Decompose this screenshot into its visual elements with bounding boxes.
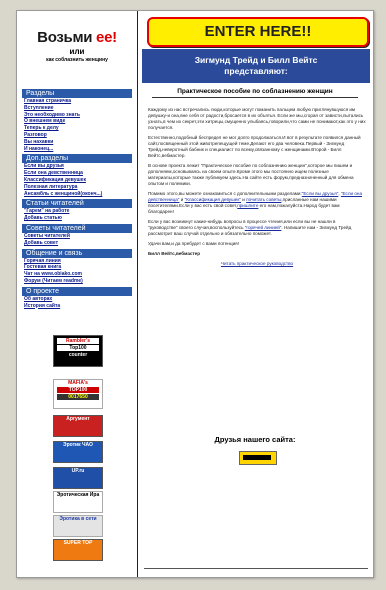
link-if-friends[interactable]: "Если вы друзья": [302, 191, 339, 196]
nav-item-harem[interactable]: "Гарем" на работе: [22, 208, 132, 215]
paragraph-5: Если у вас возникнут какие-нибудь вопрос…: [148, 219, 366, 237]
friends-heading: Друзья нашего сайта:: [214, 435, 296, 444]
rambler-badge-line2: Top100: [57, 345, 99, 351]
article-body: Каждому из нас встречались люди,которые …: [148, 107, 366, 271]
nav-item-8[interactable]: Вы нахавки: [22, 139, 132, 146]
link-read-advice[interactable]: почитать советы: [246, 197, 281, 202]
presenters-banner: Зигмунд Трейд и Билл Вейтс представляют:: [142, 49, 370, 83]
nav-item-add-advice[interactable]: Добавь совет: [22, 240, 132, 247]
paragraph-3: В основе проекта лежит "Практическое пос…: [148, 163, 354, 186]
nav-item-finally[interactable]: И наконец...: [22, 146, 132, 153]
nav-item-history[interactable]: История сайта: [22, 303, 132, 310]
paragraph-6: Удачи вам,и да пребудет с вами потенция!: [148, 241, 239, 246]
nav-item-literature[interactable]: Полезная литература: [22, 184, 132, 191]
argument-banner[interactable]: Аргумент: [53, 415, 103, 437]
nav-item-appearance[interactable]: О внешнем виде: [22, 118, 132, 125]
nav-item-virgin[interactable]: Если она девственница: [22, 170, 132, 177]
nav-section-razdely: Разделы: [22, 89, 132, 98]
nav-item-home[interactable]: Главная страничка: [22, 98, 132, 105]
link-hotline[interactable]: "горячей линией": [245, 225, 282, 230]
nav-item-hotline[interactable]: Горячая линия: [22, 258, 132, 265]
enter-here-button[interactable]: ENTER HERE!!: [147, 17, 369, 47]
nav-menu: Разделы Главная страничка Вступление Это…: [22, 87, 132, 309]
logo-title: Возьми ее!: [23, 29, 131, 46]
paragraph-4: Помимо этого,вы можете ознакомиться с до…: [148, 191, 366, 215]
presenters-line1: Зигмунд Трейд и Билл Вейтс: [194, 55, 318, 65]
logo-subtitle: как соблазнить женщину: [46, 57, 108, 63]
nav-item-ensemble[interactable]: Ансамбль с женщиной(оконч...): [22, 191, 132, 198]
nav-item-classification[interactable]: Классификация девушек: [22, 177, 132, 184]
mafia-top100-badge[interactable]: MAFIA's TOP100 0017650: [53, 379, 103, 409]
read-guide-link-wrap: Читать практическое руководство: [148, 261, 366, 267]
nav-section-advice: Советы читателей: [22, 223, 132, 233]
erotic-ira-banner[interactable]: Эротическая Ира: [53, 491, 103, 513]
logo-title-black: Возьми: [37, 29, 97, 46]
paragraph-1: Каждому из нас встречались люди,которые …: [148, 107, 366, 130]
erotica-network-banner[interactable]: Эротика в сети: [53, 515, 103, 537]
nav-item-friends[interactable]: Если вы друзья: [22, 163, 132, 170]
logo-title-red: ее!: [96, 29, 117, 46]
presenters-line2: представляют:: [224, 66, 288, 76]
main-content: ENTER HERE!! Зигмунд Трейд и Билл Вейтс …: [138, 11, 373, 577]
mafia-badge-line2: TOP100: [57, 387, 99, 393]
friend-site-banner[interactable]: [239, 451, 277, 465]
nav-section-about: О проекте: [22, 286, 132, 296]
nav-section-extra: Доп.разделы: [22, 154, 132, 164]
super-top-banner[interactable]: SUPER TOP: [53, 539, 103, 561]
nav-item-to-business[interactable]: Теперь к делу: [22, 125, 132, 132]
nav-section-articles: Статьи читателей: [22, 199, 132, 209]
link-send-advice[interactable]: пришлите: [237, 203, 258, 208]
p4-text-a: Помимо этого,вы можете ознакомиться с до…: [148, 191, 302, 196]
nav-item-conversation[interactable]: Разговор: [22, 132, 132, 139]
friend-banner-bar: [243, 455, 271, 460]
erotic-chao-banner[interactable]: Эротик ЧАО: [53, 441, 103, 463]
site-logo[interactable]: Возьми ее! или как соблазнить женщину: [23, 29, 131, 63]
nav-item-guestbook[interactable]: Гостевая книга: [22, 264, 132, 271]
nav-section-contact: Общение и связь: [22, 248, 132, 258]
nav-item-authors[interactable]: Об авторах: [22, 296, 132, 303]
nav-item-chat[interactable]: Чат на www.obiako.com: [22, 271, 132, 278]
link-classification[interactable]: "Классификация девушек": [185, 197, 241, 202]
up-ru-banner[interactable]: UP.ru: [53, 467, 103, 489]
rambler-badge-line3: counter: [68, 352, 88, 358]
bottom-divider: [144, 568, 368, 569]
rambler-badge-line1: Rambler's: [57, 338, 99, 344]
rambler-top100-badge[interactable]: Rambler's Top100 counter: [53, 335, 103, 367]
mafia-badge-line1: MAFIA's: [68, 380, 88, 386]
nav-item-reader-advice[interactable]: Советы читателей: [22, 233, 132, 240]
paragraph-2: Естественно,подобный беспредел не мог до…: [148, 135, 361, 158]
mafia-badge-line3: 0017650: [57, 394, 99, 400]
nav-item-add-article[interactable]: Добавь статью: [22, 215, 132, 222]
signature: Билл Вейтс,вебмастер: [148, 251, 201, 256]
logo-or: или: [69, 47, 85, 56]
nav-item-forum[interactable]: Форум (Читаем readme): [22, 278, 132, 285]
read-guide-link[interactable]: Читать практическое руководство: [221, 261, 293, 266]
page-title: Практическое пособие по соблазнению женщ…: [152, 88, 358, 98]
left-sidebar: Возьми ее! или как соблазнить женщину Ра…: [17, 11, 138, 577]
page: Возьми ее! или как соблазнить женщину Ра…: [16, 10, 374, 578]
nav-item-intro[interactable]: Вступление: [22, 105, 132, 112]
nav-item-must-know[interactable]: Это необходимо знать: [22, 112, 132, 119]
